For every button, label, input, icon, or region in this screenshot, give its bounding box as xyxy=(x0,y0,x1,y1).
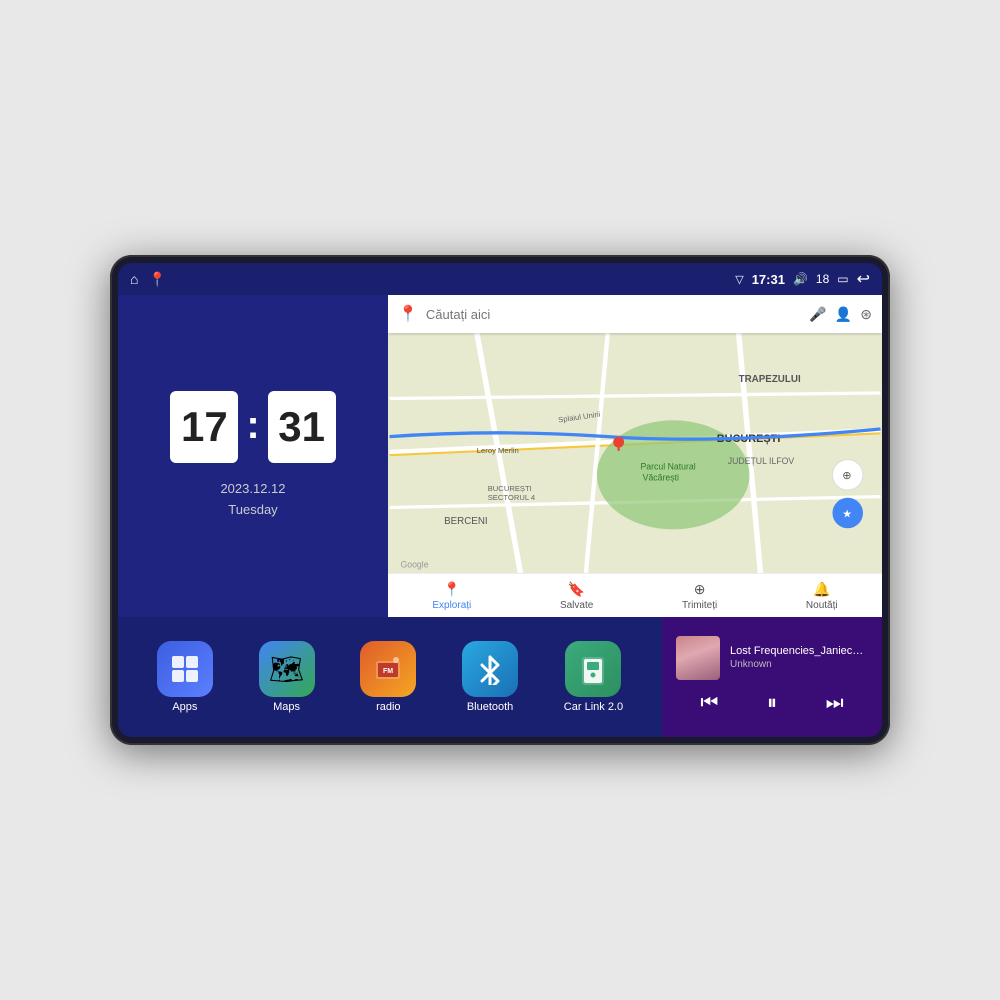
radio-icon: FM xyxy=(360,641,416,697)
app-item-apps[interactable]: Apps xyxy=(157,641,213,713)
clock-date-value: 2023.12.12 xyxy=(220,479,285,500)
music-artist: Unknown xyxy=(730,659,868,670)
signal-strength-icon: ▽ xyxy=(735,273,743,286)
map-nav-saved[interactable]: 🔖 Salvate xyxy=(560,581,593,611)
map-pin-icon: 📍 xyxy=(398,304,418,324)
top-section: 17 : 31 2023.12.12 Tuesday 📍 xyxy=(118,295,882,617)
radio-label: radio xyxy=(376,701,400,713)
map-panel[interactable]: 📍 🎤 👤 ⊛ xyxy=(388,295,882,617)
music-text: Lost Frequencies_Janieck Devy-... Unknow… xyxy=(730,645,868,670)
clock-day-value: Tuesday xyxy=(220,500,285,521)
time-display: 17:31 xyxy=(752,272,785,287)
send-label: Trimiteți xyxy=(682,600,717,611)
main-content: 17 : 31 2023.12.12 Tuesday 📍 xyxy=(118,295,882,737)
status-left: ⌂ 📍 xyxy=(130,271,166,288)
svg-text:Google: Google xyxy=(400,560,428,570)
account-icon[interactable]: 👤 xyxy=(835,306,852,323)
clock-date: 2023.12.12 Tuesday xyxy=(220,479,285,521)
map-bottom-bar: 📍 Explorați 🔖 Salvate ⊕ Trimiteți 🔔 xyxy=(388,573,882,617)
map-nav-explore[interactable]: 📍 Explorați xyxy=(432,581,471,611)
map-nav-news[interactable]: 🔔 Noutăți xyxy=(806,581,838,611)
prev-button[interactable]: ⏮ xyxy=(696,688,722,719)
status-right: ▽ 17:31 🔊 18 ▭ ↩ xyxy=(735,269,870,289)
device-screen: ⌂ 📍 ▽ 17:31 🔊 18 ▭ ↩ 17 : xyxy=(118,263,882,737)
svg-text:BUCUREȘTI: BUCUREȘTI xyxy=(488,484,532,493)
app-item-carlink[interactable]: Car Link 2.0 xyxy=(564,641,623,713)
status-bar: ⌂ 📍 ▽ 17:31 🔊 18 ▭ ↩ xyxy=(118,263,882,295)
volume-icon: 🔊 xyxy=(793,272,808,286)
clock-panel: 17 : 31 2023.12.12 Tuesday xyxy=(118,295,388,617)
maps-shortcut-icon[interactable]: 📍 xyxy=(148,271,165,288)
svg-text:Parcul Natural: Parcul Natural xyxy=(640,461,695,471)
svg-text:Văcărești: Văcărești xyxy=(643,472,679,482)
app-item-radio[interactable]: FM radio xyxy=(360,641,416,713)
app-item-maps[interactable]: 🗺 Maps xyxy=(259,641,315,713)
home-icon[interactable]: ⌂ xyxy=(130,271,138,287)
svg-text:★: ★ xyxy=(842,508,852,520)
apps-label: Apps xyxy=(172,701,197,713)
news-icon: 🔔 xyxy=(813,581,830,598)
music-info: Lost Frequencies_Janieck Devy-... Unknow… xyxy=(676,636,868,680)
map-search-icons: 🎤 👤 ⊛ xyxy=(809,306,872,323)
battery-icon: ▭ xyxy=(837,272,848,286)
next-button[interactable]: ⏭ xyxy=(822,688,848,719)
music-controls: ⏮ ⏸ ⏭ xyxy=(676,688,868,719)
layers-icon[interactable]: ⊛ xyxy=(860,306,872,323)
news-label: Noutăți xyxy=(806,600,838,611)
bottom-section: Apps 🗺 Maps FM xyxy=(118,617,882,737)
clock-hour: 17 xyxy=(170,391,238,463)
music-thumbnail xyxy=(676,636,720,680)
saved-label: Salvate xyxy=(560,600,593,611)
signal-number: 18 xyxy=(816,272,829,286)
map-search-bar[interactable]: 📍 🎤 👤 ⊛ xyxy=(388,295,882,333)
maps-icon: 🗺 xyxy=(259,641,315,697)
svg-text:FM: FM xyxy=(383,668,393,675)
svg-text:⊕: ⊕ xyxy=(842,470,851,482)
bluetooth-icon xyxy=(462,641,518,697)
clock-minute: 31 xyxy=(268,391,336,463)
map-search-input[interactable] xyxy=(426,307,801,322)
map-body[interactable]: Parcul Natural Văcărești TRAPEZULUI BUCU… xyxy=(388,333,882,573)
apps-strip: Apps 🗺 Maps FM xyxy=(118,617,662,737)
play-pause-button[interactable]: ⏸ xyxy=(763,688,781,719)
svg-text:SECTORUL 4: SECTORUL 4 xyxy=(488,493,536,502)
apps-icon xyxy=(157,641,213,697)
clock-colon: : xyxy=(246,403,259,448)
explore-icon: 📍 xyxy=(443,581,460,598)
send-icon: ⊕ xyxy=(694,581,706,598)
carlink-label: Car Link 2.0 xyxy=(564,701,623,713)
car-display-device: ⌂ 📍 ▽ 17:31 🔊 18 ▭ ↩ 17 : xyxy=(110,255,890,745)
bluetooth-label: Bluetooth xyxy=(467,701,513,713)
explore-label: Explorați xyxy=(432,600,471,611)
svg-text:JUDEȚUL ILFOV: JUDEȚUL ILFOV xyxy=(728,456,795,466)
map-nav-send[interactable]: ⊕ Trimiteți xyxy=(682,581,717,611)
svg-text:BERCENI: BERCENI xyxy=(444,516,488,527)
carlink-icon xyxy=(565,641,621,697)
back-icon[interactable]: ↩ xyxy=(857,269,870,289)
svg-text:TRAPEZULUI: TRAPEZULUI xyxy=(739,374,801,385)
saved-icon: 🔖 xyxy=(568,581,585,598)
music-panel: Lost Frequencies_Janieck Devy-... Unknow… xyxy=(662,617,882,737)
svg-text:Leroy Merlin: Leroy Merlin xyxy=(477,446,519,455)
mic-icon[interactable]: 🎤 xyxy=(809,306,826,323)
app-item-bluetooth[interactable]: Bluetooth xyxy=(462,641,518,713)
music-title: Lost Frequencies_Janieck Devy-... xyxy=(730,645,868,657)
maps-label: Maps xyxy=(273,701,300,713)
clock-display: 17 : 31 xyxy=(170,391,335,463)
music-thumbnail-image xyxy=(676,636,720,680)
